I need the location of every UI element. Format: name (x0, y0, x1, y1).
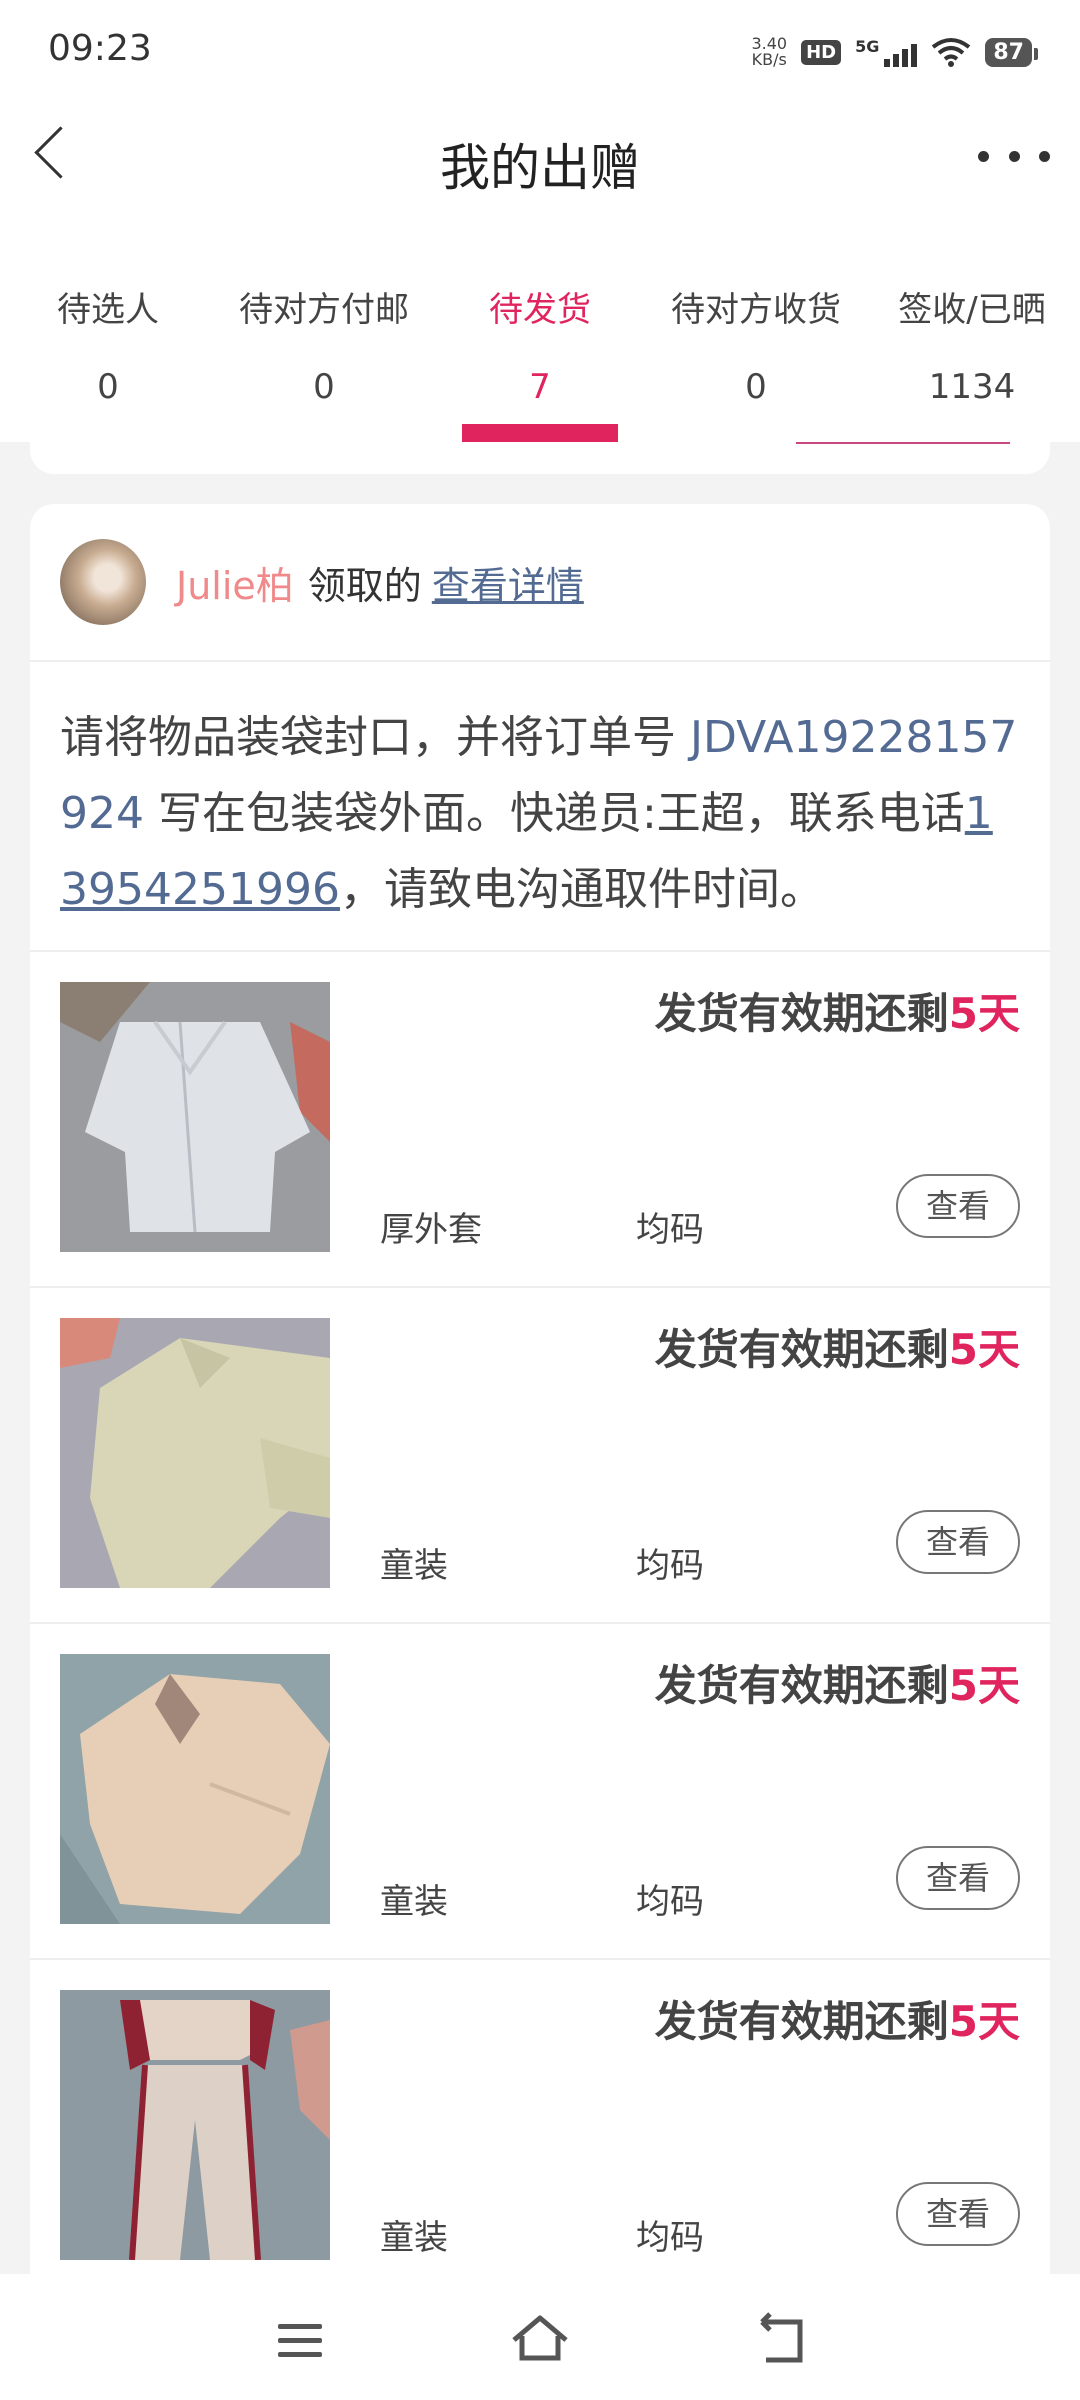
network-speed-unit: KB/s (751, 50, 787, 69)
system-nav-bar (0, 2274, 1080, 2400)
tab-count: 0 (313, 367, 335, 407)
list-item[interactable]: 发货有效期还剩5天 厚外套 均码 查看 (30, 952, 1050, 1288)
tab-count: 0 (97, 367, 119, 407)
item-category: 厚外套 (380, 1210, 482, 1250)
back-icon[interactable] (752, 2310, 812, 2370)
chevron-left-icon[interactable] (26, 126, 76, 186)
tab-pending-shipment[interactable]: 待发货 7 (432, 220, 648, 442)
list-item[interactable]: 发货有效期还剩5天 童装 均码 查看 (30, 1288, 1050, 1624)
deadline-label: 发货有效期还剩 (654, 1325, 949, 1374)
status-tabs: 待选人 0 待对方付邮 0 待发货 7 待对方收货 0 签收/已晒 1134 (0, 220, 1080, 442)
item-category: 童装 (380, 1882, 448, 1922)
tab-label: 待对方付邮 (239, 290, 409, 330)
shipping-deadline: 发货有效期还剩5天 (655, 980, 1020, 1041)
divider (796, 442, 1010, 444)
deadline-days: 5天 (948, 989, 1020, 1038)
app-header: 我的出赠 (0, 100, 1080, 220)
tab-count: 1134 (928, 367, 1016, 407)
claimer-row: Julie柏 领取的 查看详情 (30, 504, 1050, 662)
tab-pending-select[interactable]: 待选人 0 (0, 220, 216, 442)
view-details-link[interactable]: 查看详情 (432, 555, 584, 610)
shipping-deadline: 发货有效期还剩5天 (655, 1316, 1020, 1377)
hd-icon: HD (801, 39, 842, 65)
item-size: 均码 (636, 1882, 704, 1922)
tab-label: 待对方收货 (671, 290, 841, 330)
deadline-label: 发货有效期还剩 (654, 989, 949, 1038)
shipping-instructions: 请将物品装袋封口，并将订单号 JDVA19228157924 写在包装袋外面。快… (30, 662, 1050, 952)
page-title: 我的出赠 (440, 139, 640, 197)
network-speed: 3.40 KB/s (751, 36, 787, 68)
deadline-days: 5天 (948, 1661, 1020, 1710)
instructions-text: 写在包装袋外面。快递员:王超，联系电话 (143, 788, 965, 839)
previous-card-edge (30, 442, 1050, 474)
status-icons: 3.40 KB/s HD 5G 87 (751, 30, 1038, 74)
claim-action-text: 领取的 (307, 563, 422, 608)
shipping-deadline: 发货有效期还剩5天 (655, 1988, 1020, 2049)
menu-icon[interactable] (270, 2310, 330, 2370)
network-type: 5G (855, 37, 880, 56)
item-size: 均码 (636, 1210, 704, 1250)
list-item[interactable]: 发货有效期还剩5天 童装 均码 查看 (30, 1624, 1050, 1960)
tab-label: 待发货 (489, 290, 591, 330)
item-image-jacket[interactable] (60, 982, 330, 1252)
signal-icon: 5G (855, 37, 918, 67)
tab-received-shared[interactable]: 签收/已晒 1134 (864, 220, 1080, 442)
status-time: 09:23 (48, 28, 152, 69)
deadline-days: 5天 (948, 1325, 1020, 1374)
list-item[interactable]: 发货有效期还剩5天 童装 均码 查看 (30, 1960, 1050, 2296)
home-icon[interactable] (510, 2310, 570, 2370)
more-horizontal-icon[interactable] (978, 136, 1050, 176)
claimer-name[interactable]: Julie柏 (176, 555, 294, 610)
deadline-days: 5天 (948, 1997, 1020, 2046)
instructions-text: 请将物品装袋封口，并将订单号 (60, 712, 690, 763)
tab-count: 7 (529, 367, 551, 407)
deadline-label: 发货有效期还剩 (654, 1997, 949, 2046)
order-card: Julie柏 领取的 查看详情 请将物品装袋封口，并将订单号 JDVA19228… (30, 504, 1050, 2304)
deadline-label: 发货有效期还剩 (654, 1661, 949, 1710)
item-image-tracksuit[interactable] (60, 1990, 330, 2260)
battery-icon: 87 (985, 37, 1038, 67)
view-button[interactable]: 查看 (896, 1174, 1020, 1238)
tab-count: 0 (745, 367, 767, 407)
item-image-cardigan[interactable] (60, 1654, 330, 1924)
tab-pending-postage[interactable]: 待对方付邮 0 (216, 220, 432, 442)
shipping-deadline: 发货有效期还剩5天 (655, 1652, 1020, 1713)
item-size: 均码 (636, 1546, 704, 1586)
item-category: 童装 (380, 1546, 448, 1586)
tab-pending-receipt[interactable]: 待对方收货 0 (648, 220, 864, 442)
view-button[interactable]: 查看 (896, 1510, 1020, 1574)
item-size: 均码 (636, 2218, 704, 2258)
avatar[interactable] (60, 539, 146, 625)
tab-label: 签收/已晒 (898, 290, 1046, 330)
instructions-text: ，请致电沟通取件时间。 (339, 864, 824, 915)
item-image-sweater[interactable] (60, 1318, 330, 1588)
view-button[interactable]: 查看 (896, 1846, 1020, 1910)
view-button[interactable]: 查看 (896, 2182, 1020, 2246)
wifi-icon (932, 38, 971, 67)
tab-label: 待选人 (57, 290, 159, 330)
status-bar: 09:23 3.40 KB/s HD 5G 87 (0, 0, 1080, 100)
item-category: 童装 (380, 2218, 448, 2258)
